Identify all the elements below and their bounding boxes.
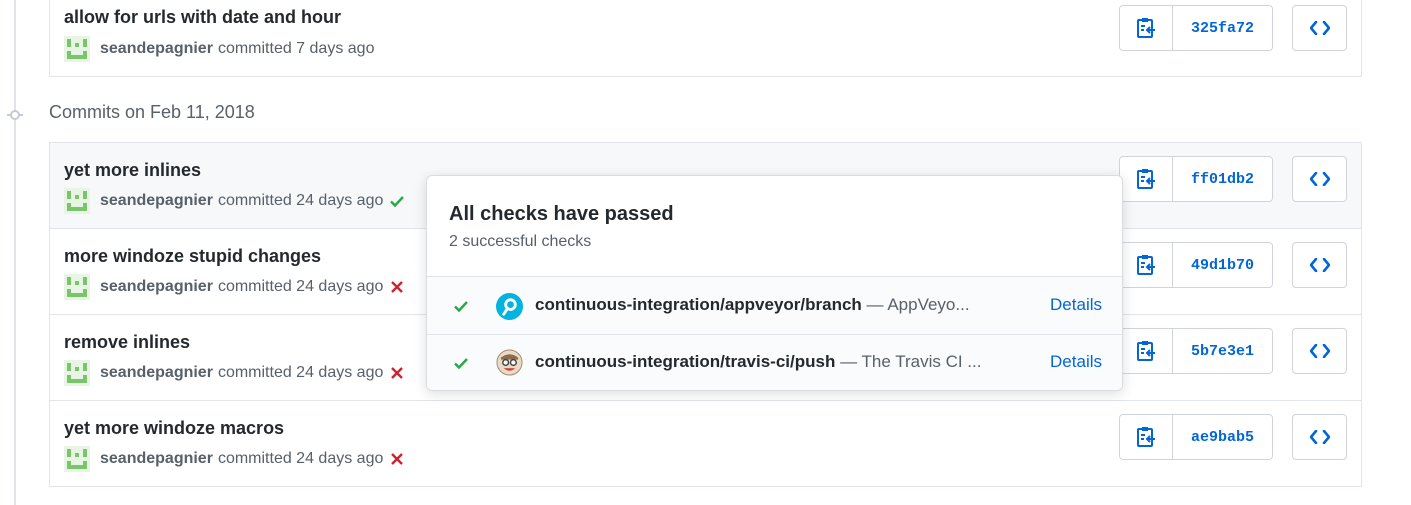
check-icon [454, 358, 468, 370]
commit-time: committed 24 days ago [217, 278, 384, 295]
avatar[interactable] [64, 188, 90, 214]
commit-sha-link[interactable]: 5b7e3e1 [1173, 329, 1272, 373]
code-icon [1309, 21, 1330, 35]
browse-repo-button[interactable] [1292, 242, 1347, 288]
check-icon[interactable] [389, 193, 405, 209]
clipboard-icon [1137, 427, 1155, 447]
commit-meta: seandepagnier committed 24 days ago [64, 274, 405, 300]
git-commit-icon [7, 110, 23, 120]
commit-row: allow for urls with date and hour seande… [50, 0, 1361, 77]
commit-sha-link[interactable]: ff01db2 [1173, 157, 1272, 201]
commit-meta: seandepagnier committed 24 days ago [64, 446, 405, 472]
check-row-appveyor: continuous-integration/appveyor/branch —… [427, 277, 1122, 335]
clipboard-icon [1137, 341, 1155, 361]
check-icon [454, 301, 468, 313]
copy-sha-button[interactable] [1120, 157, 1173, 201]
commit-title-link[interactable]: allow for urls with date and hour [64, 7, 341, 28]
author-link[interactable]: seandepagnier [100, 364, 213, 382]
clipboard-icon [1137, 169, 1155, 189]
commit-button-group: ff01db2 [1119, 156, 1273, 202]
author-link[interactable]: seandepagnier [100, 450, 213, 468]
avatar[interactable] [64, 36, 90, 62]
commit-meta: seandepagnier committed 7 days ago [64, 36, 374, 62]
browse-repo-button[interactable] [1292, 5, 1347, 51]
check-name: continuous-integration/travis-ci/push [535, 352, 836, 371]
commit-group-previous: allow for urls with date and hour seande… [49, 0, 1362, 77]
date-heading: Commits on Feb 11, 2018 [49, 102, 255, 122]
popover-header: All checks have passed 2 successful chec… [427, 176, 1122, 277]
avatar[interactable] [64, 446, 90, 472]
author-link[interactable]: seandepagnier [100, 40, 213, 58]
popover-subtitle: 2 successful checks [449, 233, 592, 250]
commit-title-link[interactable]: more windoze stupid changes [64, 246, 321, 267]
check-summary: — The Travis CI ... [840, 352, 982, 371]
browse-repo-button[interactable] [1292, 414, 1347, 460]
commit-button-group: 49d1b70 [1119, 242, 1273, 288]
check-description: continuous-integration/travis-ci/push — … [535, 352, 995, 372]
clipboard-icon [1137, 18, 1155, 38]
commit-time: committed 24 days ago [217, 192, 384, 209]
commit-meta: seandepagnier committed 24 days ago [64, 360, 405, 386]
commit-title-link[interactable]: remove inlines [64, 332, 190, 353]
copy-sha-button[interactable] [1120, 6, 1173, 50]
commit-meta: seandepagnier committed 24 days ago [64, 188, 405, 214]
travis-ci-logo-icon [496, 349, 523, 376]
commit-row: yet more windoze macros seandepagnier co… [50, 401, 1361, 487]
author-link[interactable]: seandepagnier [100, 278, 213, 296]
check-row-travis: continuous-integration/travis-ci/push — … [427, 335, 1122, 390]
commit-sha-link[interactable]: 325fa72 [1173, 6, 1272, 50]
check-summary: — AppVeyo... [866, 295, 970, 314]
check-name: continuous-integration/appveyor/branch [535, 295, 862, 314]
appveyor-logo-icon [496, 293, 523, 320]
commit-button-group: ae9bab5 [1119, 414, 1273, 460]
avatar[interactable] [64, 360, 90, 386]
commit-title-link[interactable]: yet more inlines [64, 160, 201, 181]
avatar[interactable] [64, 274, 90, 300]
browse-repo-button[interactable] [1292, 156, 1347, 202]
x-icon[interactable] [389, 365, 405, 381]
code-icon [1309, 258, 1330, 272]
copy-sha-button[interactable] [1120, 243, 1173, 287]
details-link[interactable]: Details [1050, 295, 1102, 315]
commit-title-link[interactable]: yet more windoze macros [64, 418, 284, 439]
author-link[interactable]: seandepagnier [100, 192, 213, 210]
commit-button-group: 5b7e3e1 [1119, 328, 1273, 374]
commit-button-group: 325fa72 [1119, 5, 1273, 51]
commit-sha-link[interactable]: ae9bab5 [1173, 415, 1272, 459]
x-icon[interactable] [389, 451, 405, 467]
checks-popover: All checks have passed 2 successful chec… [426, 175, 1123, 391]
check-description: continuous-integration/appveyor/branch —… [535, 295, 995, 315]
x-icon[interactable] [389, 279, 405, 295]
commit-time: committed 24 days ago [217, 364, 384, 381]
details-link[interactable]: Details [1050, 352, 1102, 372]
timeline-line [14, 0, 16, 505]
commit-sha-link[interactable]: 49d1b70 [1173, 243, 1272, 287]
commit-time: committed 7 days ago [217, 40, 375, 57]
commit-time: committed 24 days ago [217, 450, 384, 467]
code-icon [1309, 430, 1330, 444]
code-icon [1309, 344, 1330, 358]
browse-repo-button[interactable] [1292, 328, 1347, 374]
clipboard-icon [1137, 255, 1155, 275]
code-icon [1309, 172, 1330, 186]
copy-sha-button[interactable] [1120, 329, 1173, 373]
copy-sha-button[interactable] [1120, 415, 1173, 459]
popover-title: All checks have passed [449, 203, 674, 225]
